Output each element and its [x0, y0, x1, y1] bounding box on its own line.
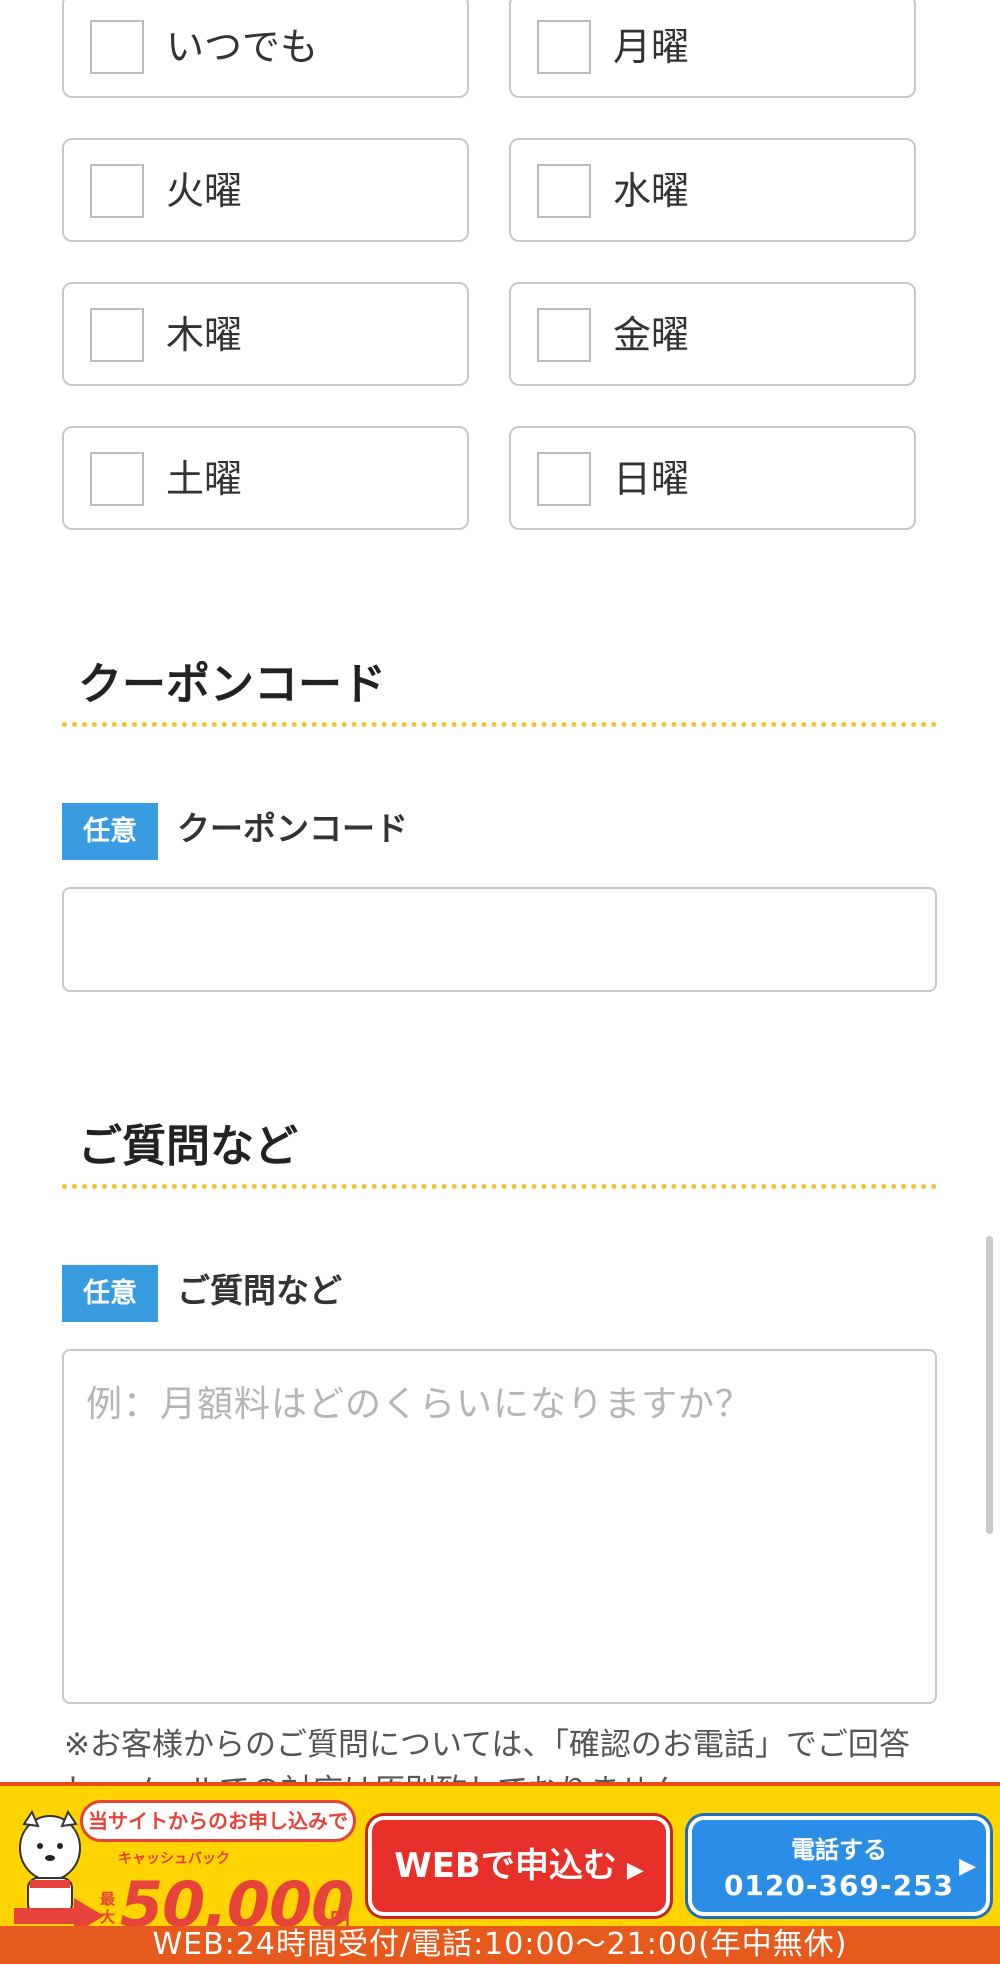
day-option-monday[interactable]: 月曜 — [509, 0, 916, 98]
call-button[interactable]: 電話する 0120-369-253 ▶ — [688, 1816, 990, 1916]
day-option-thursday[interactable]: 木曜 — [62, 282, 469, 386]
web-apply-button[interactable]: WEBで申込む ▶ — [368, 1816, 670, 1916]
chevron-right-icon: ▶ — [959, 1854, 976, 1879]
checkbox[interactable] — [537, 164, 591, 218]
checkbox[interactable] — [90, 452, 144, 506]
question-section-title: ご質問など — [78, 1121, 298, 1172]
max-label: 最大 — [100, 1890, 116, 1926]
coupon-section-title: クーポンコード — [78, 659, 386, 710]
checkbox[interactable] — [90, 308, 144, 362]
call-button-title: 電話する — [791, 1836, 887, 1864]
cashback-label: キャッシュバック — [118, 1851, 230, 1867]
day-option-label: 土曜 — [166, 457, 243, 501]
checkbox[interactable] — [537, 452, 591, 506]
day-option-friday[interactable]: 金曜 — [509, 282, 916, 386]
question-textarea[interactable]: 例：月額料はどのくらいになりますか？ — [62, 1349, 937, 1704]
day-option-anytime[interactable]: いつでも — [62, 0, 469, 98]
coupon-code-input[interactable] — [62, 887, 937, 992]
section-divider — [62, 722, 937, 727]
day-option-label: 木曜 — [166, 313, 243, 357]
optional-badge: 任意 — [62, 803, 158, 860]
day-option-label: いつでも — [166, 25, 319, 69]
checkbox[interactable] — [90, 164, 144, 218]
business-hours-bar: WEB:24時間受付/電話:10:00〜21:00(年中無休) — [0, 1926, 1000, 1964]
scrollbar[interactable] — [986, 1236, 993, 1534]
day-option-label: 火曜 — [166, 169, 243, 213]
coupon-field-name: クーポンコード — [177, 809, 408, 848]
day-option-sunday[interactable]: 日曜 — [509, 426, 916, 530]
day-option-label: 金曜 — [613, 313, 690, 357]
checkbox[interactable] — [537, 20, 591, 74]
web-apply-label: WEBで申込む — [394, 1846, 617, 1886]
checkbox[interactable] — [537, 308, 591, 362]
optional-badge: 任意 — [62, 1265, 158, 1322]
day-option-label: 日曜 — [613, 457, 690, 501]
day-option-label: 水曜 — [613, 169, 690, 213]
promo-pill: 当サイトからのお申し込みで — [80, 1800, 356, 1842]
question-field-name: ご質問など — [177, 1271, 342, 1310]
day-option-wednesday[interactable]: 水曜 — [509, 138, 916, 242]
day-option-saturday[interactable]: 土曜 — [62, 426, 469, 530]
phone-number: 0120-369-253 — [723, 1869, 955, 1902]
day-option-label: 月曜 — [613, 25, 690, 69]
day-option-tuesday[interactable]: 火曜 — [62, 138, 469, 242]
chevron-right-icon: ▶ — [626, 1858, 644, 1883]
question-placeholder: 例：月額料はどのくらいになりますか？ — [86, 1384, 753, 1425]
section-divider — [62, 1184, 937, 1189]
checkbox[interactable] — [90, 20, 144, 74]
